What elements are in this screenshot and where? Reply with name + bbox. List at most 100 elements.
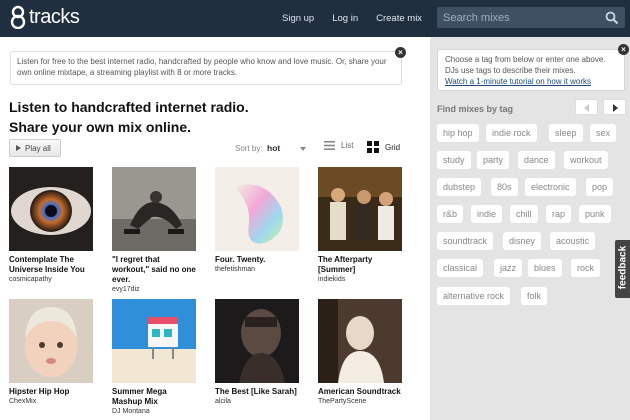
mix-cover-image[interactable]	[318, 299, 402, 383]
tag-party[interactable]: party	[477, 151, 510, 169]
logo-text: tracks	[29, 5, 80, 28]
mix-title[interactable]: "I regret that workout," said no one eve…	[112, 255, 198, 285]
mix-card[interactable]: Contemplate The Universe Inside You cosm…	[9, 167, 95, 283]
mix-card[interactable]: Hipster Hip Hop ChexMix	[9, 299, 95, 405]
list-view-label: List	[341, 141, 354, 150]
mix-cover-image[interactable]	[318, 167, 402, 251]
tag-pop[interactable]: pop	[586, 178, 614, 196]
grid-view-icon	[367, 141, 379, 153]
mix-user[interactable]: DJ Montana	[112, 408, 198, 415]
chevron-down-icon[interactable]	[300, 147, 306, 151]
chevron-left-icon	[584, 104, 589, 112]
main-content: Listen for free to the best internet rad…	[0, 37, 430, 420]
play-all-button[interactable]: Play all	[9, 139, 61, 157]
feedback-tab[interactable]: feedback	[615, 240, 630, 298]
search-input[interactable]	[443, 9, 603, 26]
tag-punk[interactable]: punk	[579, 205, 611, 223]
mix-user[interactable]: ChexMix	[9, 398, 95, 405]
list-view-button[interactable]: List	[324, 141, 353, 150]
tag-sex[interactable]: sex	[590, 124, 617, 142]
mix-user[interactable]: cosmicapathy	[9, 276, 95, 283]
list-view-icon	[324, 141, 335, 150]
tag-tip-text: Choose a tag from below or enter one abo…	[445, 55, 606, 75]
tag-indie-rock[interactable]: indie rock	[486, 124, 537, 142]
chevron-right-icon	[613, 104, 618, 112]
mix-user[interactable]: evy17diz	[112, 286, 198, 293]
sort-label: Sort by:	[235, 144, 263, 153]
tag-rock[interactable]: rock	[571, 259, 601, 277]
tag-dance[interactable]: dance	[518, 151, 555, 169]
sort-select[interactable]: hot	[267, 143, 280, 153]
mix-cover-image[interactable]	[215, 167, 299, 251]
tag-study[interactable]: study	[437, 151, 471, 169]
page-headline: Listen to handcrafted internet radio. Sh…	[9, 97, 249, 137]
tag-acoustic[interactable]: acoustic	[550, 232, 596, 250]
mix-user[interactable]: alcila	[215, 398, 301, 405]
search-box	[437, 7, 625, 28]
mix-title[interactable]: The Best [Like Sarah]	[215, 387, 301, 397]
close-intro-icon[interactable]: ×	[395, 47, 406, 58]
tag-chill[interactable]: chill	[510, 205, 538, 223]
tag-rnb[interactable]: r&b	[437, 205, 464, 223]
tags-prev-button[interactable]	[575, 99, 598, 115]
play-all-label: Play all	[25, 143, 51, 153]
mix-title[interactable]: Summer Mega Mashup Mix	[112, 387, 198, 407]
grid-view-label: Grid	[385, 142, 401, 152]
mix-cover-image[interactable]	[215, 299, 299, 383]
grid-view-button[interactable]: Grid	[367, 141, 400, 153]
mix-cover-image[interactable]	[9, 299, 93, 383]
mix-card[interactable]: "I regret that workout," said no one eve…	[112, 167, 198, 293]
mix-title[interactable]: Hipster Hip Hop	[9, 387, 95, 397]
logo-eight-icon	[10, 5, 26, 29]
mix-user[interactable]: indiekids	[318, 276, 404, 283]
mix-user[interactable]: thefetishman	[215, 266, 301, 273]
search-icon[interactable]	[605, 11, 619, 25]
tag-sidebar: Choose a tag from below or enter one abo…	[430, 37, 630, 420]
mix-card[interactable]: Summer Mega Mashup Mix DJ Montana	[112, 299, 198, 415]
mix-title[interactable]: Contemplate The Universe Inside You	[9, 255, 95, 275]
tag-dubstep[interactable]: dubstep	[437, 178, 482, 196]
tag-indie[interactable]: indie	[471, 205, 503, 223]
tag-tip-box: Choose a tag from below or enter one abo…	[437, 49, 625, 91]
mix-cover-image[interactable]	[9, 167, 93, 251]
tag-80s[interactable]: 80s	[491, 178, 518, 196]
close-tip-icon[interactable]: ×	[618, 44, 629, 55]
tag-folk[interactable]: folk	[521, 287, 548, 305]
tag-classical[interactable]: classical	[437, 259, 484, 277]
tag-disney[interactable]: disney	[503, 232, 542, 250]
mix-cover-image[interactable]	[112, 167, 196, 251]
top-navigation-bar: tracks Sign up Log in Create mix	[0, 0, 630, 37]
mix-cover-image[interactable]	[112, 299, 196, 383]
mix-user[interactable]: ThePartyScene	[318, 398, 404, 405]
mix-title[interactable]: Four. Twenty.	[215, 255, 301, 265]
tags-next-button[interactable]	[603, 99, 626, 115]
tag-soundtrack[interactable]: soundtrack	[437, 232, 494, 250]
tag-workout[interactable]: workout	[564, 151, 608, 169]
tag-alternative-rock[interactable]: alternative rock	[437, 287, 511, 305]
tag-rap[interactable]: rap	[546, 205, 572, 223]
sign-up-link[interactable]: Sign up	[282, 13, 314, 24]
intro-message: Listen for free to the best internet rad…	[10, 51, 402, 85]
log-in-link[interactable]: Log in	[332, 13, 358, 24]
tag-jazz[interactable]: jazz	[494, 259, 523, 277]
header-nav: Sign up Log in Create mix	[282, 13, 440, 24]
tag-electronic[interactable]: electronic	[525, 178, 576, 196]
mix-card[interactable]: Four. Twenty. thefetishman	[215, 167, 301, 273]
mix-card[interactable]: The Afterparty [Summer] indiekids	[318, 167, 404, 283]
play-icon	[16, 145, 21, 151]
mix-card[interactable]: The Best [Like Sarah] alcila	[215, 299, 301, 405]
tutorial-link[interactable]: Watch a 1-minute tutorial on how it work…	[445, 77, 591, 86]
mix-title[interactable]: American Soundtrack	[318, 387, 404, 397]
create-mix-link[interactable]: Create mix	[376, 13, 422, 24]
tag-hip-hop[interactable]: hip hop	[437, 124, 479, 142]
headline-line-2: Share your own mix online.	[9, 119, 192, 135]
feedback-label: feedback	[617, 245, 629, 290]
intro-text: Listen for free to the best internet rad…	[17, 57, 387, 77]
headline-line-1: Listen to handcrafted internet radio.	[9, 99, 249, 115]
tag-blues[interactable]: blues	[528, 259, 562, 277]
mix-title[interactable]: The Afterparty [Summer]	[318, 255, 404, 275]
8tracks-logo[interactable]: tracks	[9, 5, 80, 29]
find-mixes-label: Find mixes by tag	[437, 104, 514, 114]
tag-sleep[interactable]: sleep	[549, 124, 583, 142]
mix-card[interactable]: American Soundtrack ThePartyScene	[318, 299, 404, 405]
